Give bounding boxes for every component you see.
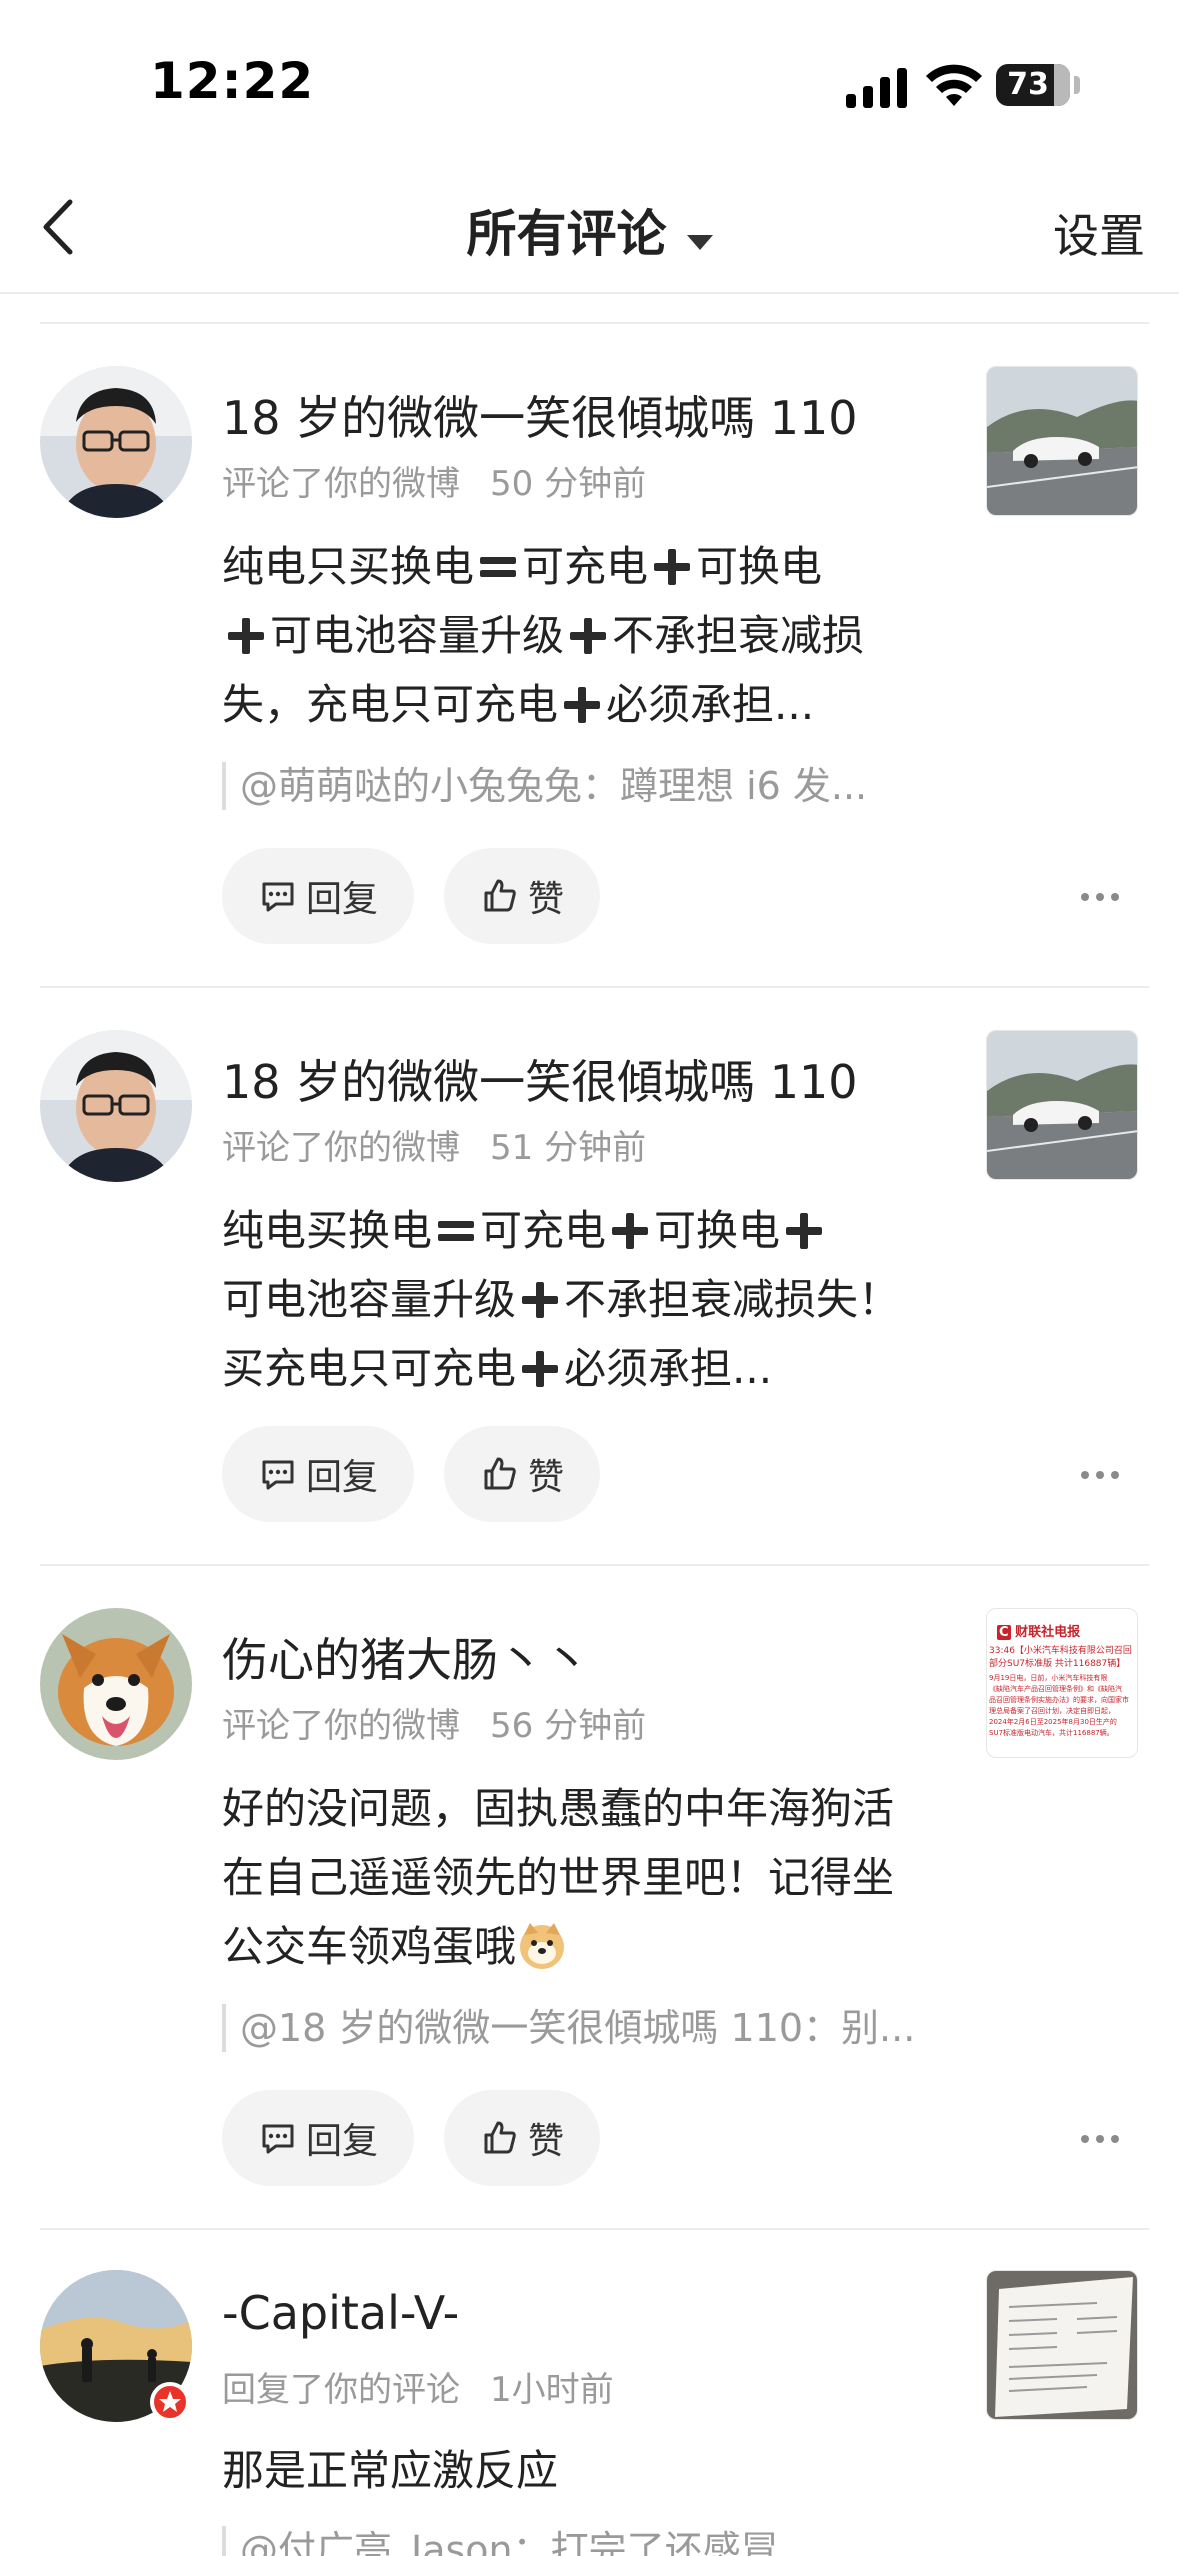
- comment-time: 1小时前: [490, 2370, 614, 2410]
- comment-time: 51 分钟前: [490, 1128, 647, 1168]
- commenter-name[interactable]: -Capital-V-: [222, 2286, 459, 2340]
- plus-icon: [654, 549, 691, 585]
- plus-icon: [786, 1213, 823, 1249]
- more-icon[interactable]: [1080, 2134, 1120, 2144]
- plus-icon: [612, 1213, 649, 1249]
- comment-icon: [262, 2124, 294, 2154]
- quoted-comment[interactable]: @18 岁的微微一笑很傾城嗎 110：别...: [222, 2004, 942, 2052]
- comment-body[interactable]: 那是正常应激反应: [222, 2436, 932, 2505]
- quoted-comment[interactable]: @萌萌哒的小兔兔兔：蹲理想 i6 发...: [222, 762, 942, 810]
- plus-icon: [522, 1282, 559, 1318]
- plus-icon: [570, 618, 607, 654]
- comment-meta: 评论了你的微博 56 分钟前: [222, 1698, 646, 1747]
- comment-body[interactable]: 纯电只买换电 可充电 可换电 可电池容量升级 不承担衰减损失，充电只可充电 必须承担...: [222, 532, 932, 739]
- more-icon[interactable]: [1080, 892, 1120, 902]
- avatar[interactable]: [40, 1030, 192, 1182]
- divider: [40, 986, 1149, 988]
- avatar[interactable]: [40, 366, 192, 518]
- comment-time: 50 分钟前: [490, 464, 647, 504]
- commenter-name[interactable]: 伤心的猪大肠丶丶: [222, 1624, 590, 1690]
- post-thumbnail[interactable]: [986, 2270, 1138, 2420]
- verified-badge-icon: [150, 2382, 190, 2422]
- plus-icon: [228, 618, 264, 654]
- post-thumbnail[interactable]: [986, 1030, 1138, 1180]
- divider: [40, 322, 1149, 324]
- battery-icon: 73: [996, 64, 1070, 106]
- comment-body[interactable]: 纯电买换电 可充电 可换电 可电池容量升级 不承担衰减损失！ 买充电只可充电 必须承担..…: [222, 1196, 932, 1403]
- comment-meta: 评论了你的微博 51 分钟前: [222, 1120, 646, 1169]
- status-bar: 12:22 73: [0, 0, 1179, 170]
- comment-meta: 评论了你的微博 50 分钟前: [222, 456, 646, 505]
- equals-icon: [480, 557, 517, 577]
- status-time: 12:22: [150, 52, 315, 110]
- cellular-signal-icon: [846, 68, 907, 108]
- doge-emoji-icon: [520, 1923, 565, 1969]
- comment-action: 回复了你的评论: [222, 2370, 460, 2410]
- comment-time: 56 分钟前: [490, 1706, 647, 1746]
- post-thumbnail[interactable]: [986, 366, 1138, 516]
- reply-button[interactable]: 回复: [222, 1426, 414, 1522]
- comment-action: 评论了你的微博: [222, 1128, 460, 1168]
- more-icon[interactable]: [1080, 1470, 1120, 1480]
- commenter-name[interactable]: 18 岁的微微一笑很傾城嗎 110: [222, 382, 858, 448]
- reply-button[interactable]: 回复: [222, 2090, 414, 2186]
- thumbs-up-icon: [484, 879, 516, 912]
- thumbs-up-icon: [484, 1457, 516, 1490]
- plus-icon: [564, 687, 601, 723]
- wifi-icon: [926, 64, 982, 106]
- divider: [40, 2228, 1149, 2230]
- settings-button[interactable]: 设置: [1053, 200, 1145, 266]
- caret-down-icon: [686, 235, 713, 250]
- like-button[interactable]: 赞: [444, 1426, 600, 1522]
- thumbs-up-icon: [484, 2121, 516, 2154]
- equals-icon: [438, 1221, 475, 1241]
- comment-meta: 回复了你的评论 1小时前: [222, 2362, 614, 2411]
- divider: [40, 1564, 1149, 1566]
- comment-body[interactable]: 好的没问题，固执愚蠢的中年海狗活在自己遥遥领先的世界里吧！记得坐公交车领鸡蛋哦: [222, 1774, 912, 1981]
- like-button[interactable]: 赞: [444, 848, 600, 944]
- quoted-comment[interactable]: @付广亮_Jason：打完了还感冒: [222, 2526, 942, 2556]
- plus-icon: [522, 1351, 559, 1387]
- comment-icon: [262, 882, 294, 912]
- battery-tip: [1074, 76, 1080, 94]
- avatar[interactable]: [40, 1608, 192, 1760]
- commenter-name[interactable]: 18 岁的微微一笑很傾城嗎 110: [222, 1046, 858, 1112]
- comment-icon: [262, 1460, 294, 1490]
- title-dropdown[interactable]: 所有评论: [0, 194, 1179, 266]
- page-title: 所有评论: [466, 205, 667, 263]
- comment-action: 评论了你的微博: [222, 464, 460, 504]
- like-button[interactable]: 赞: [444, 2090, 600, 2186]
- comment-action: 评论了你的微博: [222, 1706, 460, 1746]
- battery-level: 73: [1007, 67, 1049, 102]
- reply-button[interactable]: 回复: [222, 848, 414, 944]
- nav-bar: 所有评论 设置: [0, 170, 1179, 294]
- post-thumbnail[interactable]: C 财联社电报 33:46【小米汽车科技有限公司召回部分SU7标准版 共计116…: [986, 1608, 1138, 1758]
